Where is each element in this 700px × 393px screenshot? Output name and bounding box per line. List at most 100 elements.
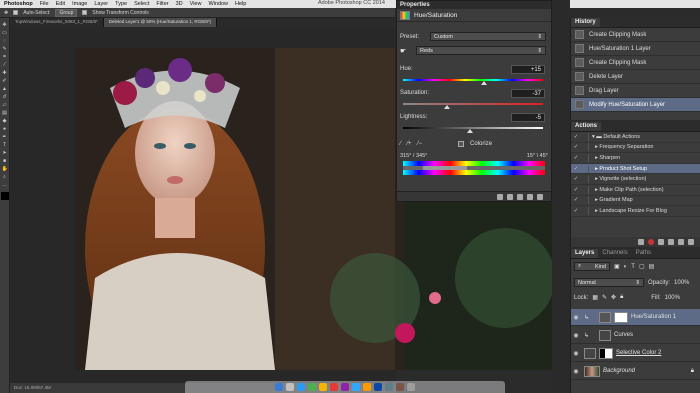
saturation-slider-track[interactable] xyxy=(403,103,543,105)
history-item-selected[interactable]: Modify Hue/Saturation Layer xyxy=(571,98,700,112)
hue-slider-thumb[interactable] xyxy=(481,81,487,85)
menu-help[interactable]: Help xyxy=(235,1,246,7)
lasso-icon[interactable]: ◌ xyxy=(2,38,8,44)
history-item[interactable]: Drag Layer xyxy=(571,84,700,98)
delete-icon[interactable] xyxy=(537,193,543,200)
adjustment-filter-icon[interactable]: ◐ xyxy=(624,264,628,270)
menu-image[interactable]: Image xyxy=(72,1,87,7)
gradient-icon[interactable]: ▤ xyxy=(2,110,8,116)
check-icon[interactable]: ✓ xyxy=(571,166,581,172)
layer-row[interactable]: ◉ Background 🔒︎ xyxy=(571,363,700,380)
check-icon[interactable]: ✓ xyxy=(571,197,581,203)
layer-row[interactable]: ◉ ↳ Curves xyxy=(571,327,700,344)
layer-row-selected[interactable]: ◉ ↳ Hue/Saturation 1 xyxy=(571,309,700,326)
fill-value[interactable]: 100% xyxy=(665,295,680,301)
tab-paths[interactable]: Paths xyxy=(632,249,655,258)
menu-layer[interactable]: Layer xyxy=(94,1,108,7)
hand-target-icon[interactable]: ☛ xyxy=(400,47,416,55)
menu-view[interactable]: View xyxy=(190,1,202,7)
safari-icon[interactable] xyxy=(297,383,305,391)
filter-kind-dropdown[interactable]: ⌕ Kind xyxy=(574,262,610,271)
tab-layers[interactable]: Layers xyxy=(571,249,599,258)
calendar-icon[interactable] xyxy=(330,383,338,391)
opacity-value[interactable]: 100% xyxy=(674,280,689,286)
eraser-icon[interactable]: ▱ xyxy=(2,102,8,108)
tab-channels[interactable]: Channels xyxy=(598,249,631,258)
check-icon[interactable]: ✓ xyxy=(571,155,581,161)
action-item[interactable]: ✓ ▸ Make Clip Path (selection) xyxy=(571,185,700,196)
app-icon[interactable] xyxy=(396,383,404,391)
action-item-selected[interactable]: ✓ ▸ Product Shot Setup xyxy=(571,163,700,175)
action-item[interactable]: ✓ ▸ Gradient Map xyxy=(571,196,700,207)
layer-mask-thumbnail[interactable] xyxy=(614,311,628,323)
hue-input[interactable]: +15 xyxy=(511,65,545,74)
menu-filter[interactable]: Filter xyxy=(156,1,168,7)
launchpad-icon[interactable] xyxy=(286,383,294,391)
clip-to-layer-icon[interactable] xyxy=(497,193,503,200)
preset-dropdown[interactable]: Custom ⇕ xyxy=(430,32,546,41)
saturation-input[interactable]: -37 xyxy=(511,89,545,98)
smart-filter-icon[interactable]: ▤ xyxy=(649,263,655,270)
move-tool-icon[interactable]: ✥ xyxy=(4,10,8,16)
quick-select-icon[interactable]: ✎ xyxy=(2,46,8,52)
eye-icon[interactable]: ◉ xyxy=(571,368,581,375)
move-icon[interactable]: ✥ xyxy=(2,22,8,28)
hand-icon[interactable]: ✋ xyxy=(2,166,8,172)
menu-3d[interactable]: 3D xyxy=(176,1,183,7)
action-item[interactable]: ✓ ▸ Vignette (selection) xyxy=(571,174,700,185)
check-icon[interactable]: ✓ xyxy=(571,208,581,214)
shape-icon[interactable]: ■ xyxy=(2,158,8,164)
menu-file[interactable]: File xyxy=(40,1,49,7)
dodge-icon[interactable]: ● xyxy=(2,126,8,132)
history-item[interactable]: Hue/Saturation 1 Layer xyxy=(571,42,700,56)
photoshop-icon[interactable] xyxy=(352,383,360,391)
eyedropper-icon[interactable]: ⁄ xyxy=(2,62,8,68)
stamp-icon[interactable]: ▲ xyxy=(2,86,8,92)
marquee-icon[interactable]: ▭ xyxy=(2,30,8,36)
more-tools-icon[interactable]: … xyxy=(2,182,8,188)
history-brush-icon[interactable]: ↺ xyxy=(2,94,8,100)
eye-icon[interactable]: ◉ xyxy=(571,332,581,339)
path-select-icon[interactable]: ➤ xyxy=(2,150,8,156)
action-item[interactable]: ✓ ▸ Landscape Resize For Blog xyxy=(571,206,700,217)
history-item[interactable]: Create Clipping Mask xyxy=(571,56,700,70)
channel-dropdown[interactable]: Reds ⇕ xyxy=(416,46,546,55)
lightness-input[interactable]: -5 xyxy=(511,113,545,122)
stop-icon[interactable] xyxy=(638,239,644,245)
disclosure-icon[interactable]: ▸ xyxy=(595,208,598,214)
trash-icon[interactable] xyxy=(407,383,415,391)
disclosure-icon[interactable]: ▸ xyxy=(595,176,598,182)
lock-all-icon[interactable]: 🔒︎ xyxy=(620,294,623,301)
colorize-checkbox[interactable] xyxy=(458,141,465,147)
layer-row[interactable]: ◉ Selective Color 2 xyxy=(571,345,700,362)
lock-position-icon[interactable]: ✥ xyxy=(611,294,616,301)
saturation-slider-thumb[interactable] xyxy=(444,105,450,109)
tab-actions[interactable]: Actions xyxy=(571,122,602,131)
brush-icon[interactable]: ✐ xyxy=(2,78,8,84)
doc-tab[interactable]: TopWindows_Fireworks_5083_1_RGB/8* xyxy=(10,18,104,27)
layer-mask-thumbnail[interactable] xyxy=(599,347,613,359)
lightness-slider-track[interactable] xyxy=(403,127,543,129)
menu-type[interactable]: Type xyxy=(115,1,127,7)
check-icon[interactable]: ✓ xyxy=(571,176,581,182)
crop-icon[interactable]: ⌗ xyxy=(2,54,8,60)
shape-filter-icon[interactable]: ▢ xyxy=(639,263,645,270)
history-item[interactable]: Create Clipping Mask xyxy=(571,28,700,42)
lightness-slider-thumb[interactable] xyxy=(467,129,473,133)
menu-select[interactable]: Select xyxy=(134,1,149,7)
hue-slider-track[interactable] xyxy=(403,79,543,81)
preferences-icon[interactable] xyxy=(385,383,393,391)
type-filter-icon[interactable]: T xyxy=(631,264,635,270)
action-set[interactable]: ✓ ▾ ▬ Default Actions xyxy=(571,132,700,143)
auto-select-checkbox[interactable] xyxy=(13,10,19,15)
tab-history[interactable]: History xyxy=(571,18,600,27)
finder-icon[interactable] xyxy=(275,383,283,391)
reset-icon[interactable] xyxy=(517,193,523,200)
action-item[interactable]: ✓ ▸ Sharpen xyxy=(571,153,700,164)
blend-mode-dropdown[interactable]: Normal ⇕ xyxy=(574,278,644,287)
disclosure-icon[interactable]: ▸ xyxy=(595,166,598,172)
check-icon[interactable]: ✓ xyxy=(571,134,581,140)
healing-icon[interactable]: ✚ xyxy=(2,70,8,76)
disclosure-icon[interactable]: ▸ xyxy=(595,144,598,150)
disclosure-icon[interactable]: ▾ xyxy=(592,134,595,140)
